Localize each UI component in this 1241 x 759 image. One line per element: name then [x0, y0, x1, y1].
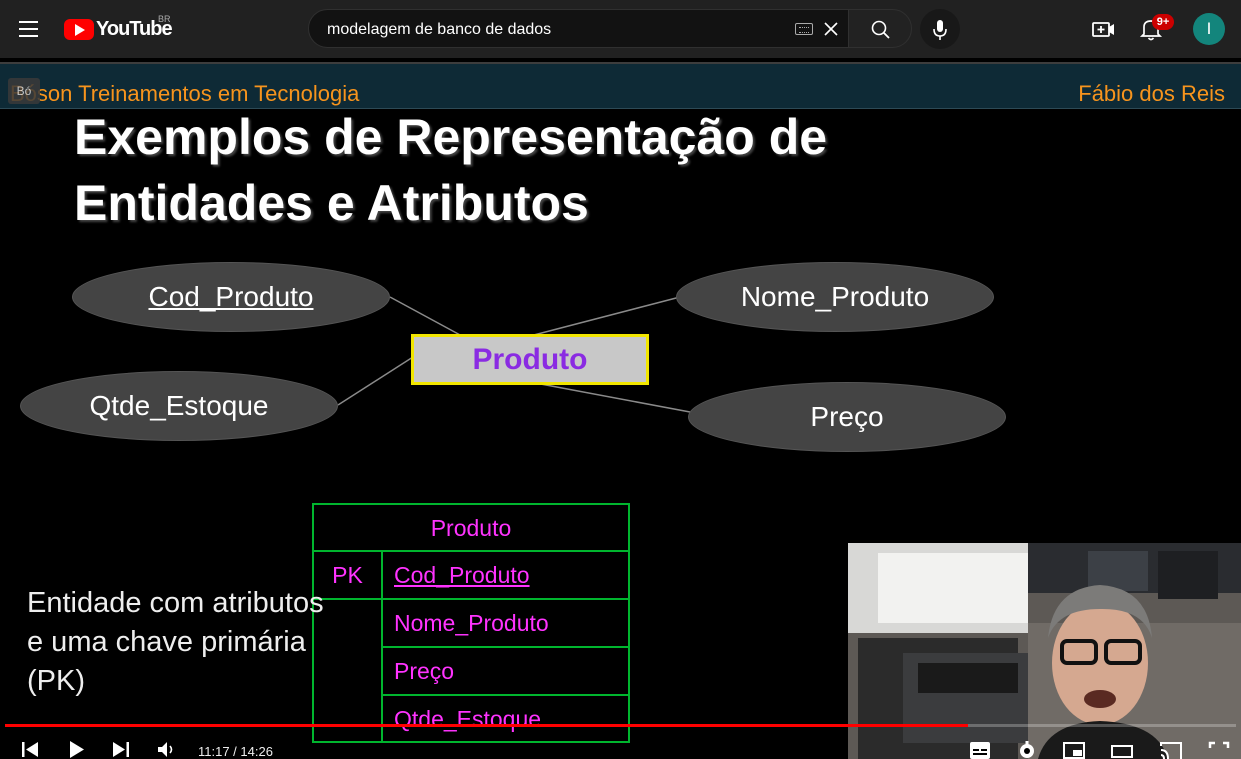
attribute-cod-produto-label: Cod_Produto: [148, 281, 314, 312]
masthead: YouTube BR 9+ I: [0, 0, 1241, 58]
youtube-play-logo-icon: [64, 18, 94, 40]
settings-icon[interactable]: [1016, 740, 1038, 759]
next-icon[interactable]: [110, 740, 132, 759]
entity-produto: Produto: [411, 334, 649, 385]
fullscreen-icon[interactable]: [1208, 740, 1230, 759]
country-code: BR: [158, 14, 171, 24]
theater-icon[interactable]: [1110, 740, 1134, 759]
search-icon: [871, 20, 890, 39]
attribute-preco: Preço: [688, 382, 1006, 452]
progress-played: [5, 724, 968, 727]
cast-icon[interactable]: [1158, 740, 1184, 759]
close-icon[interactable]: [821, 19, 841, 39]
search-button[interactable]: [848, 9, 912, 48]
attribute-nome-produto: Nome_Produto: [676, 262, 994, 332]
attribute-qtde-estoque: Qtde_Estoque: [20, 371, 338, 441]
menu-icon[interactable]: [14, 14, 44, 44]
attribute-nome-produto-label: Nome_Produto: [740, 281, 930, 312]
table-row-preco: Preço: [394, 658, 455, 684]
search-box: [308, 9, 849, 48]
table-row-cod-produto: Cod_Produto: [394, 562, 530, 588]
entity-produto-label: Produto: [472, 342, 588, 376]
create-video-icon[interactable]: [1090, 16, 1116, 42]
search-input[interactable]: [325, 18, 789, 42]
attribute-cod-produto: Cod_Produto: [72, 262, 390, 332]
subtitles-icon[interactable]: [968, 740, 992, 759]
volume-icon[interactable]: [156, 740, 178, 759]
previous-icon[interactable]: [20, 740, 42, 759]
keyboard-icon[interactable]: [795, 23, 813, 35]
progress-bar[interactable]: [5, 724, 1236, 727]
miniplayer-icon[interactable]: [1062, 740, 1086, 759]
avatar[interactable]: I: [1193, 13, 1225, 45]
table-title: Produto: [430, 515, 512, 541]
youtube-logo[interactable]: YouTube: [64, 17, 173, 41]
time-display: 11:17 / 14:26: [198, 744, 273, 759]
voice-search-button[interactable]: [920, 9, 960, 49]
mic-icon: [933, 20, 947, 40]
slide-caption: Entidade com atributos e uma chave primá…: [27, 587, 324, 697]
notification-badge: 9+: [1152, 14, 1174, 30]
attribute-qtde-estoque-label: Qtde_Estoque: [89, 390, 269, 421]
video-player[interactable]: Bóson Treinamentos em Tecnologia Fábio d…: [0, 64, 1241, 759]
entity-table: Produto PK Cod_Produto Nome_Produto Preç…: [312, 503, 630, 743]
attribute-preco-label: Preço: [810, 401, 884, 432]
play-icon[interactable]: [66, 740, 88, 759]
table-row-qtde-estoque: Qtde_Estoque: [394, 706, 542, 732]
table-row-nome-produto: Nome_Produto: [394, 610, 549, 636]
